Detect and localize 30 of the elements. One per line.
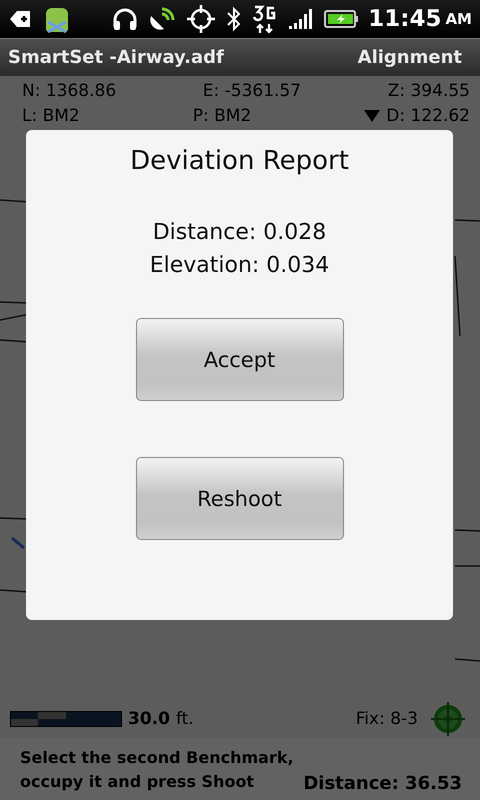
bluetooth-icon xyxy=(226,6,242,32)
coordinate-value: E: -5361.57 xyxy=(202,80,302,100)
coordinate-value: D: 122.62 xyxy=(386,106,470,126)
usb-icon xyxy=(8,8,32,30)
triangle-down-icon xyxy=(364,110,380,122)
app-title: SmartSet -Airway.adf xyxy=(8,47,224,68)
mode-label: Alignment xyxy=(358,47,462,68)
deviation-value: Distance: 0.028 xyxy=(152,220,326,245)
coordinate-value: P: BM2 xyxy=(192,106,252,126)
coordinate-value: L: BM2 xyxy=(22,106,80,126)
deviation-value: Elevation: 0.034 xyxy=(150,253,330,278)
gps-fix-target-icon[interactable] xyxy=(430,701,466,737)
fix-status: Fix: 8-3 xyxy=(356,709,418,729)
coordinate-value: N: 1368.86 xyxy=(22,80,116,100)
clock-time: 11:45 xyxy=(368,6,442,32)
satellite-dish-icon xyxy=(148,6,176,32)
dialog-title: Deviation Report xyxy=(130,146,349,176)
distance-readout: Distance: 36.53 xyxy=(303,773,462,794)
battery-charging-icon xyxy=(324,9,358,29)
clock-meridiem: AM xyxy=(445,10,472,28)
headphones-icon xyxy=(112,7,138,31)
dialog-button[interactable]: Reshoot xyxy=(136,457,344,540)
3g-data-icon xyxy=(252,4,278,34)
scale-unit: ft. xyxy=(176,709,194,729)
dialog-button[interactable]: Accept xyxy=(136,318,344,401)
signal-bars-icon xyxy=(288,8,314,30)
coordinate-value: Z: 394.55 xyxy=(388,80,470,100)
scale-value: 30.0 xyxy=(128,709,170,729)
instruction-text: Select the second Benchmark, occupy it and press Shoot xyxy=(20,747,295,793)
gps-crosshair-icon xyxy=(186,4,216,34)
